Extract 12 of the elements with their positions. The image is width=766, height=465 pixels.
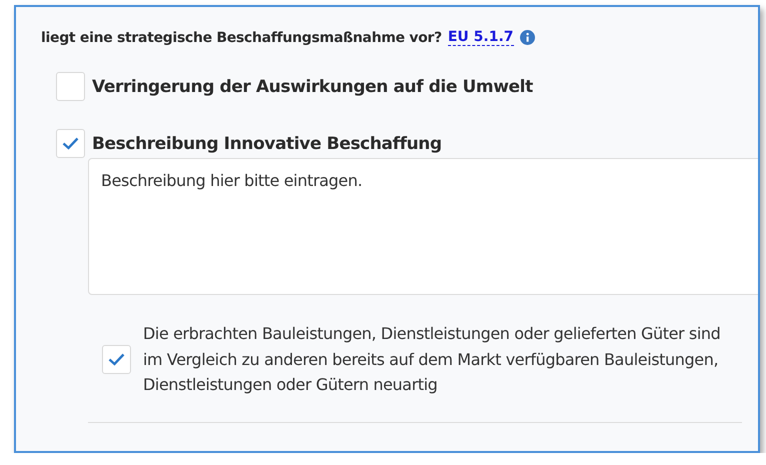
question-label: liegt eine strategische Beschaffungsmaßnahme vor? bbox=[41, 30, 442, 46]
option-label: Die erbrachten Bauleistungen, Dienstleistungen oder gelieferten Güter sind im Vergleich zu anderen bereits auf dem Markt verfügbaren Bauleistungen, Dienstleistungen oder Gütern neuartig bbox=[143, 323, 722, 396]
description-field[interactable]: Beschreibung hier bitte eintragen. bbox=[88, 158, 758, 295]
checkbox[interactable] bbox=[56, 129, 85, 158]
checkmark-icon bbox=[62, 137, 79, 150]
checkbox[interactable] bbox=[102, 344, 131, 374]
checkmark-icon bbox=[108, 352, 125, 366]
checkbox[interactable] bbox=[56, 72, 85, 101]
option-label: Verringerung der Auswirkungen auf die Umwelt bbox=[92, 76, 533, 96]
option-label: Beschreibung Innovative Beschaffung bbox=[92, 134, 442, 154]
info-icon[interactable] bbox=[520, 30, 535, 45]
reference-link[interactable]: EU 5.1.7 bbox=[448, 29, 514, 46]
